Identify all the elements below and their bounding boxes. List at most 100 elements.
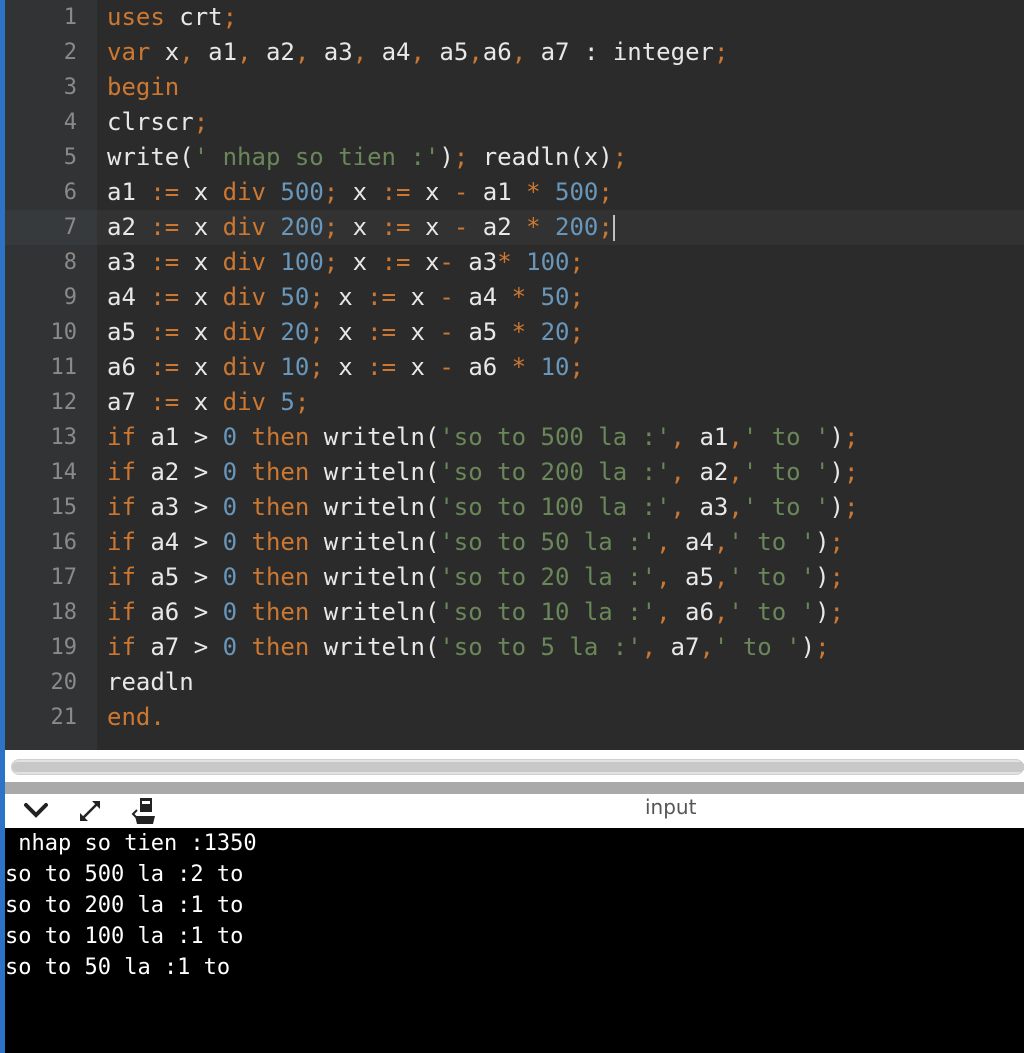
code-token-op: * <box>526 178 541 206</box>
console-output[interactable]: nhap so tien :1350 so to 500 la :2 to so t… <box>5 828 1024 1053</box>
code-token-kw: if <box>107 493 136 521</box>
code-line[interactable]: 13 if a1 > 0 then writeln('so to 500 la :… <box>5 420 1024 455</box>
code-text[interactable]: if a4 > 0 then writeln('so to 50 la :', … <box>107 525 844 560</box>
code-token-kw: div <box>222 318 266 346</box>
code-line[interactable]: 9 a4 := x div 50; x := x - a4 * 50; <box>5 280 1024 315</box>
code-token-id: a2 <box>468 213 527 241</box>
code-text[interactable]: a4 := x div 50; x := x - a4 * 50; <box>107 280 584 315</box>
code-line[interactable]: 15 if a3 > 0 then writeln('so to 100 la :… <box>5 490 1024 525</box>
line-number: 9 <box>63 285 77 310</box>
code-token-op: , <box>179 38 194 66</box>
code-line[interactable]: 10 a5 := x div 20; x := x - a5 * 20; <box>5 315 1024 350</box>
chevron-down-icon[interactable] <box>21 796 51 826</box>
code-token-kw: begin <box>107 73 180 101</box>
code-text[interactable]: write(' nhap so tien :'); readln(x); <box>107 140 627 175</box>
code-token-op: ; <box>294 388 310 416</box>
line-number: 20 <box>50 670 78 695</box>
code-token-op: - <box>453 213 469 241</box>
scrollbar-thumb[interactable] <box>12 762 1024 772</box>
code-token-op: ; <box>843 423 859 451</box>
line-number: 16 <box>50 530 78 555</box>
code-line[interactable]: 21 end. <box>5 700 1024 735</box>
code-token-id: x <box>338 178 382 206</box>
code-token-id: writeln( <box>309 528 440 556</box>
code-token-id: x <box>338 213 382 241</box>
code-line[interactable]: 2 var x, a1, a2, a3, a4, a5,a6, a7 : inte… <box>5 35 1024 70</box>
code-line[interactable]: 16 if a4 > 0 then writeln('so to 50 la :'… <box>5 525 1024 560</box>
code-line[interactable]: 17 if a5 > 0 then writeln('so to 20 la :'… <box>5 560 1024 595</box>
code-token-op: , <box>656 598 671 626</box>
code-token-op: := <box>381 178 411 206</box>
code-text[interactable]: if a5 > 0 then writeln('so to 20 la :', … <box>107 560 844 595</box>
line-number: 8 <box>63 250 77 275</box>
code-token-kw: div <box>222 388 266 416</box>
code-token-str: ' to ' <box>728 598 816 626</box>
code-token-op: ; <box>598 213 613 241</box>
code-text[interactable]: a1 := x div 500; x := x - a1 * 500; <box>107 175 613 210</box>
code-editor[interactable]: 1 uses crt; 2 var x, a1, a2, a3, a4, a5,a6,… <box>5 0 1024 750</box>
code-text[interactable]: end. <box>107 700 165 735</box>
code-token-op: := <box>150 388 180 416</box>
code-line[interactable]: 12 a7 := x div 5; <box>5 385 1024 420</box>
code-token-id: a3 > <box>135 493 223 521</box>
code-text[interactable]: if a3 > 0 then writeln('so to 100 la :',… <box>107 490 858 525</box>
code-token-id: a7 : integer <box>526 38 714 66</box>
code-line[interactable]: 14 if a2 > 0 then writeln('so to 200 la :… <box>5 455 1024 490</box>
code-line[interactable]: 8 a3 := x div 100; x := x- a3* 100; <box>5 245 1024 280</box>
code-text[interactable]: a3 := x div 100; x := x- a3* 100; <box>107 245 584 280</box>
line-number: 14 <box>50 460 78 485</box>
code-token-id: clrscr <box>107 108 194 136</box>
code-line[interactable]: 7 a2 := x div 200; x := x - a2 * 200; <box>5 210 1024 245</box>
code-token-kw: then <box>237 633 310 661</box>
expand-icon[interactable] <box>75 796 105 826</box>
code-line[interactable]: 5 write(' nhap so tien :'); readln(x); <box>5 140 1024 175</box>
code-token-id: x <box>150 38 180 66</box>
code-text[interactable]: a7 := x div 5; <box>107 385 309 420</box>
code-text[interactable]: if a1 > 0 then writeln('so to 500 la :',… <box>107 420 858 455</box>
code-text[interactable]: if a7 > 0 then writeln('so to 5 la :', a… <box>107 630 830 665</box>
code-token-op: := <box>381 213 411 241</box>
code-line[interactable]: 18 if a6 > 0 then writeln('so to 10 la :'… <box>5 595 1024 630</box>
line-number: 10 <box>50 320 78 345</box>
code-text[interactable]: a5 := x div 20; x := x - a5 * 20; <box>107 315 584 350</box>
code-token-kw: if <box>107 598 136 626</box>
code-line[interactable]: 3 begin <box>5 70 1024 105</box>
code-line[interactable]: 1 uses crt; <box>5 0 1024 35</box>
code-line[interactable]: 4 clrscr; <box>5 105 1024 140</box>
code-text[interactable]: uses crt; <box>107 0 237 35</box>
code-token-num: 100 <box>265 248 324 276</box>
code-text[interactable]: var x, a1, a2, a3, a4, a5,a6, a7 : integ… <box>107 35 728 70</box>
console-line: so to 50 la :1 to <box>5 955 231 980</box>
code-text[interactable]: begin <box>107 70 179 105</box>
code-text[interactable]: if a2 > 0 then writeln('so to 200 la :',… <box>107 455 858 490</box>
code-line[interactable]: 6 a1 := x div 500; x := x - a1 * 500; <box>5 175 1024 210</box>
code-text[interactable]: a2 := x div 200; x := x - a2 * 200; <box>107 210 615 245</box>
code-token-id: writeln( <box>309 458 440 486</box>
code-token-id: a2 > <box>135 458 223 486</box>
panel-splitter[interactable] <box>5 782 1024 794</box>
code-token-op: ; <box>323 248 339 276</box>
scrollbar-track[interactable] <box>11 759 1024 775</box>
code-token-id: x <box>396 283 440 311</box>
code-line[interactable]: 11 a6 := x div 10; x := x - a6 * 10; <box>5 350 1024 385</box>
code-token-kw: div <box>222 213 266 241</box>
code-token-op: ; <box>569 283 584 311</box>
code-token-num: 500 <box>265 178 324 206</box>
code-token-id: x <box>179 178 223 206</box>
code-token-id: writeln( <box>309 563 440 591</box>
code-text[interactable]: a6 := x div 10; x := x - a6 * 10; <box>107 350 584 385</box>
code-token-id: x <box>338 248 382 276</box>
code-line[interactable]: 19 if a7 > 0 then writeln('so to 5 la :',… <box>5 630 1024 665</box>
code-token-op: * <box>526 213 541 241</box>
code-line[interactable]: 20 readln <box>5 665 1024 700</box>
code-token-id: x <box>179 248 223 276</box>
line-number: 2 <box>63 40 77 65</box>
code-token-op: ; <box>323 178 339 206</box>
code-text[interactable]: if a6 > 0 then writeln('so to 10 la :', … <box>107 595 844 630</box>
clear-icon[interactable] <box>129 796 159 826</box>
line-number: 7 <box>5 210 97 245</box>
code-token-op: ; <box>309 353 324 381</box>
line-number: 17 <box>50 565 78 590</box>
code-text[interactable]: readln <box>107 665 194 700</box>
code-text[interactable]: clrscr; <box>107 105 208 140</box>
